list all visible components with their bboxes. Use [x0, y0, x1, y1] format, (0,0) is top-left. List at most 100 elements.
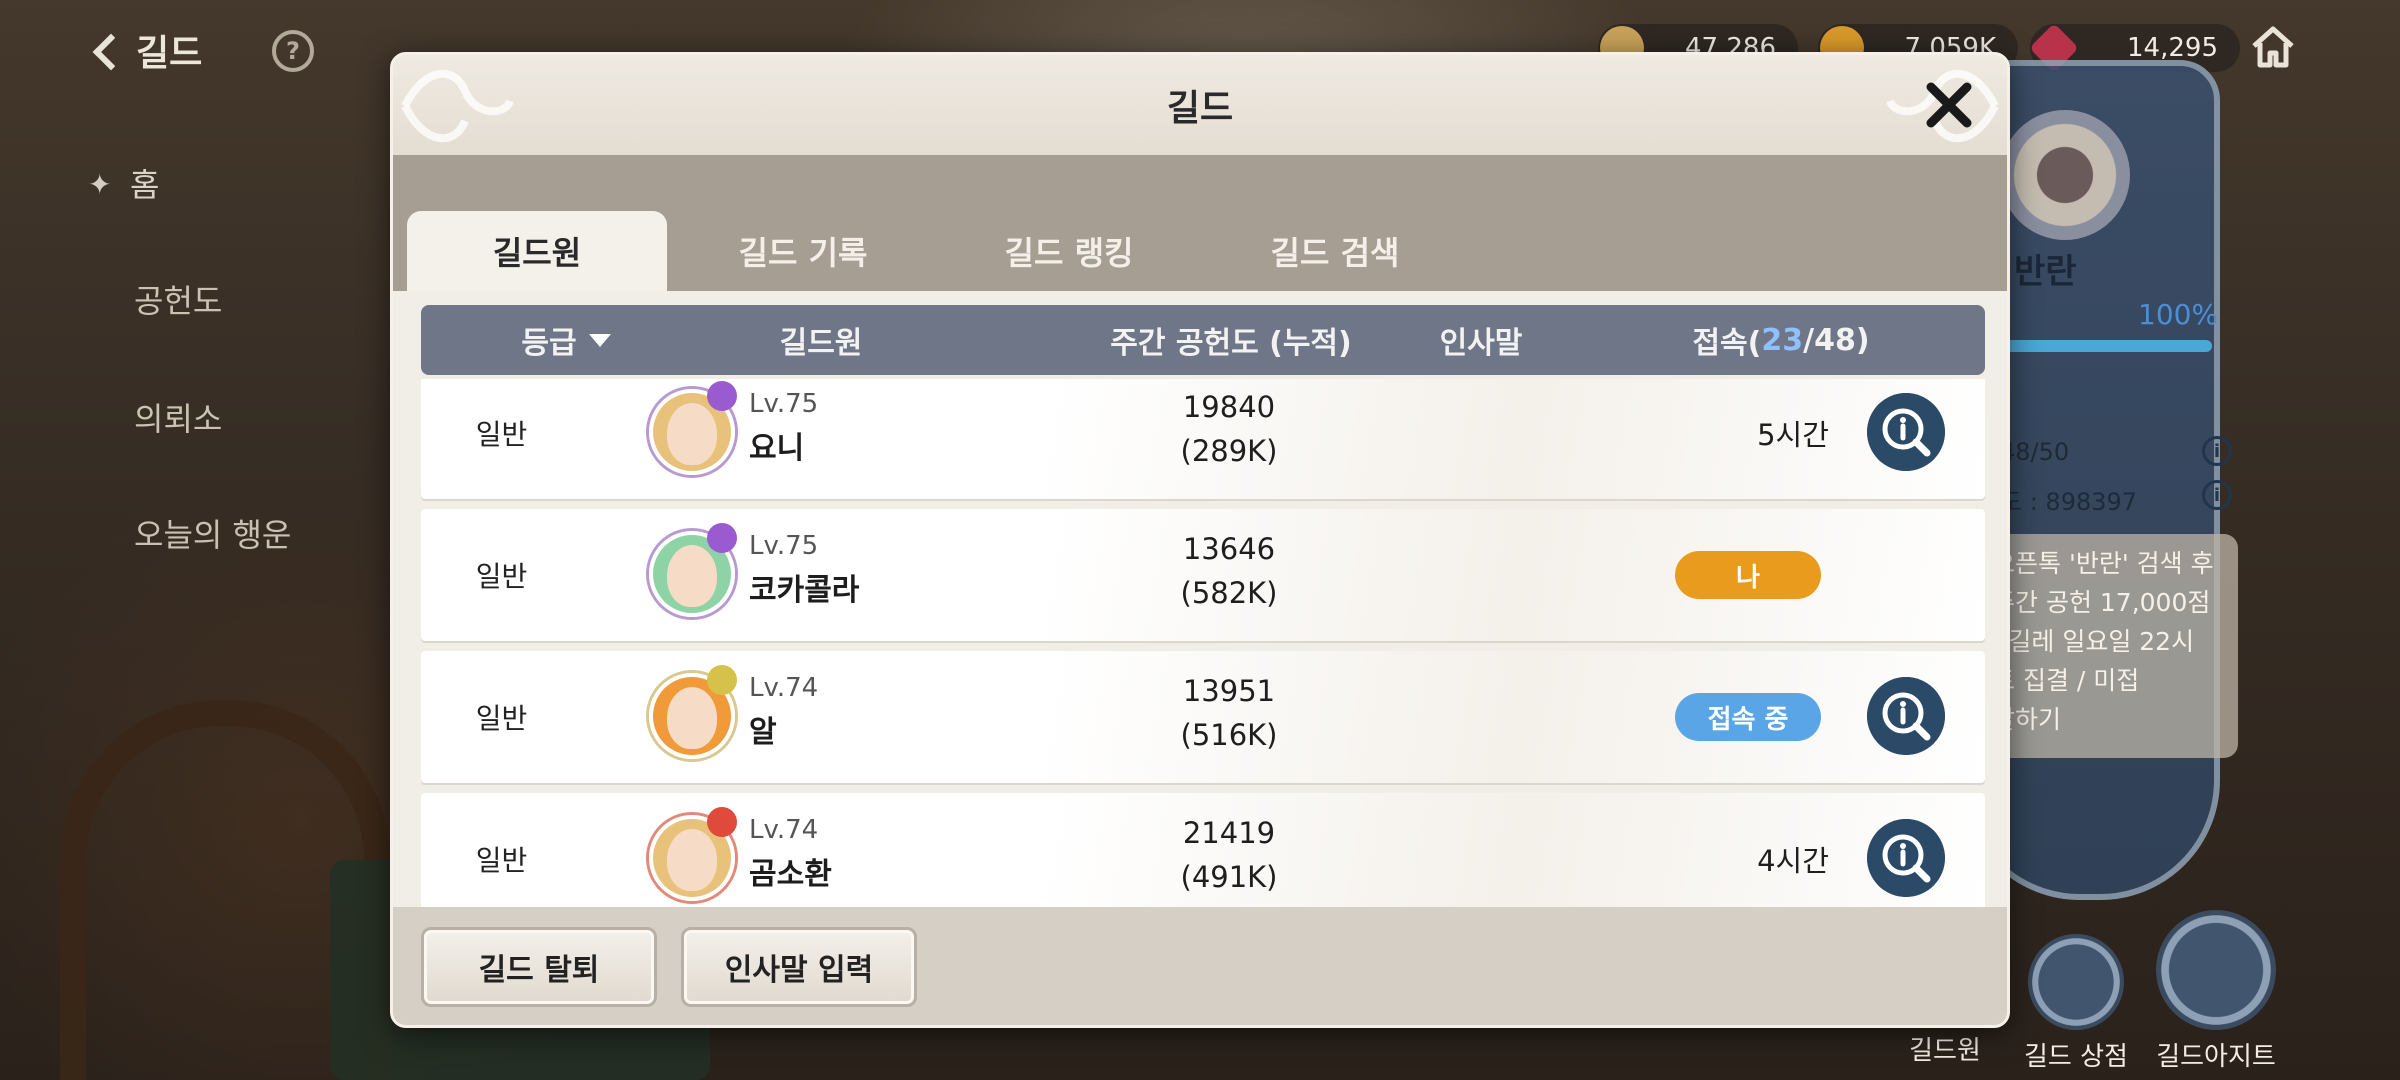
side-item-contribution[interactable]: 공헌도 [134, 276, 222, 322]
member-rank: 일반 [475, 418, 528, 451]
class-badge-icon [707, 523, 737, 553]
modal-header: 길드 [393, 55, 2007, 155]
member-name: 곰소환 [749, 857, 832, 892]
guild-members-count: 48/50 [2000, 438, 2070, 466]
modal-footer: 길드 탈퇴 인사말 입력 [393, 907, 2007, 1025]
tab-search[interactable]: 길드 검색 [1205, 211, 1465, 291]
member-contribution: 19840 (289K) [1089, 385, 1369, 473]
side-item-home[interactable]: ✦ 홈 [88, 160, 160, 206]
member-name: 요니 [749, 431, 805, 466]
notice-line: / 길레 일요일 22시 [1992, 627, 2195, 656]
member-contribution: 13951 (516K) [1089, 669, 1369, 757]
member-rank: 일반 [475, 560, 528, 593]
guild-shop-button[interactable]: 길드 상점 [2016, 920, 2136, 1073]
column-header: 등급 길드원 주간 공헌도 (누적) 인사말 접속( 23 /48) [421, 305, 1985, 375]
member-name: 알 [749, 715, 777, 750]
column-online: 접속( 23 /48) [1641, 305, 1921, 375]
enter-greeting-button[interactable]: 인사말 입력 [681, 927, 917, 1007]
class-badge-icon [707, 807, 737, 837]
tab-label: 길드 랭킹 [1004, 234, 1134, 272]
member-row[interactable]: 일반 Lv.75 요니 19840 (289K) 5시간 [421, 379, 1985, 499]
side-item-label: 오늘의 행운 [134, 516, 292, 554]
weekly-contribution: 19840 [1182, 390, 1276, 424]
tab-bar: 길드원 길드 기록 길드 랭킹 길드 검색 [393, 155, 2007, 293]
member-list: 등급 길드원 주간 공헌도 (누적) 인사말 접속( 23 /48) 일반 Lv… [393, 291, 2007, 967]
side-item-label: 의뢰소 [134, 400, 223, 438]
tab-records[interactable]: 길드 기록 [673, 211, 933, 291]
member-name: 코카콜라 [749, 573, 860, 608]
notice-line: 말하기 [1992, 705, 2062, 734]
bottom-nav-label: 길드원 [1909, 1036, 1981, 1066]
guild-hideout-icon [2156, 910, 2276, 1030]
back-button[interactable]: 길드 [88, 22, 202, 78]
total-contribution: (582K) [1180, 576, 1278, 610]
notice-line: 트 집결 / 미접 [1992, 666, 2140, 695]
leave-guild-button[interactable]: 길드 탈퇴 [421, 927, 657, 1007]
tab-label: 길드 기록 [738, 234, 868, 272]
member-detail-search-icon[interactable] [1867, 677, 1945, 755]
guild-emblem-icon [2000, 110, 2130, 240]
currency-value: 14,295 [2127, 33, 2218, 63]
member-detail-search-icon[interactable] [1867, 393, 1945, 471]
guild-progress-bar [2000, 340, 2212, 352]
weekly-contribution: 21419 [1182, 816, 1276, 850]
tab-label: 길드원 [492, 234, 582, 272]
member-level: Lv.74 [749, 673, 819, 703]
column-member: 길드원 [779, 326, 863, 361]
member-rows: 일반 Lv.75 요니 19840 (289K) 5시간 일반 Lv.75 코카… [421, 379, 1985, 967]
weekly-contribution: 13646 [1182, 532, 1276, 566]
notice-line: 주간 공헌 17,000점 [1992, 588, 2211, 617]
member-level: Lv.75 [749, 531, 819, 561]
home-icon[interactable] [2248, 22, 2298, 72]
member-rank: 일반 [475, 844, 528, 877]
info-icon[interactable]: i [2202, 480, 2232, 510]
guild-progress-text: 100% [2138, 298, 2219, 331]
column-greeting: 인사말 [1439, 326, 1523, 361]
side-item-fortune[interactable]: 오늘의 행운 [134, 510, 291, 556]
corner-ornament-icon [401, 69, 514, 143]
member-rank: 일반 [475, 702, 528, 735]
member-row[interactable]: 일반 Lv.74 알 13951 (516K) 접속 중 [421, 651, 1985, 783]
side-item-label: 홈 [130, 166, 160, 204]
tab-label: 길드 검색 [1270, 234, 1400, 272]
notice-line: 오픈톡 '반란' 검색 후 [1992, 549, 2214, 578]
member-contribution: 13646 (582K) [1089, 527, 1369, 615]
sort-down-icon [588, 333, 611, 347]
help-icon[interactable]: ? [272, 30, 314, 72]
bottom-nav-label: 길드아지트 [2156, 1042, 2276, 1072]
column-label: 등급 [521, 326, 577, 361]
page-title: 길드 [136, 33, 203, 74]
class-badge-icon [707, 665, 737, 695]
side-item-requests[interactable]: 의뢰소 [134, 394, 222, 440]
info-icon[interactable]: i [2202, 436, 2232, 466]
member-level: Lv.75 [749, 389, 819, 419]
weekly-contribution: 13951 [1182, 674, 1276, 708]
sparkle-icon: ✦ [88, 168, 112, 201]
self-badge: 나 [1675, 551, 1821, 599]
guild-notice: 오픈톡 '반란' 검색 후 주간 공헌 17,000점 / 길레 일요일 22시… [1980, 534, 2238, 758]
total-contribution: (516K) [1180, 718, 1278, 752]
total-contribution: (289K) [1180, 434, 1278, 468]
tab-ranking[interactable]: 길드 랭킹 [939, 211, 1199, 291]
close-icon[interactable] [1921, 77, 1977, 133]
member-level: Lv.74 [749, 815, 819, 845]
bottom-nav-label: 길드 상점 [2024, 1042, 2128, 1072]
modal-title: 길드 [1166, 88, 1234, 129]
total-contribution: (491K) [1180, 860, 1278, 894]
guild-hideout-button[interactable]: 길드아지트 [2148, 910, 2284, 1073]
member-contribution: 21419 (491K) [1089, 811, 1369, 899]
class-badge-icon [707, 381, 737, 411]
online-total: /48) [1803, 322, 1870, 358]
rank-sort-button[interactable]: 등급 [481, 305, 651, 375]
online-count: 23 [1761, 322, 1804, 358]
guild-modal: 길드 길드원 길드 기록 길드 랭킹 길드 검색 등급 길드원 주간 공헌도 (… [390, 52, 2010, 1028]
shop-basket-icon [2028, 934, 2124, 1030]
guild-contribution-total: 도 : 898397 [2000, 488, 2138, 516]
online-badge: 접속 중 [1675, 693, 1821, 741]
member-row[interactable]: 일반 Lv.75 코카콜라 13646 (582K) 나 [421, 509, 1985, 641]
guild-name: 반란 [2014, 252, 2077, 292]
member-detail-search-icon[interactable] [1867, 819, 1945, 897]
tab-members[interactable]: 길드원 [407, 211, 667, 291]
side-item-label: 공헌도 [134, 282, 223, 320]
member-row[interactable]: 일반 Lv.74 곰소환 21419 (491K) 4시간 [421, 793, 1985, 925]
